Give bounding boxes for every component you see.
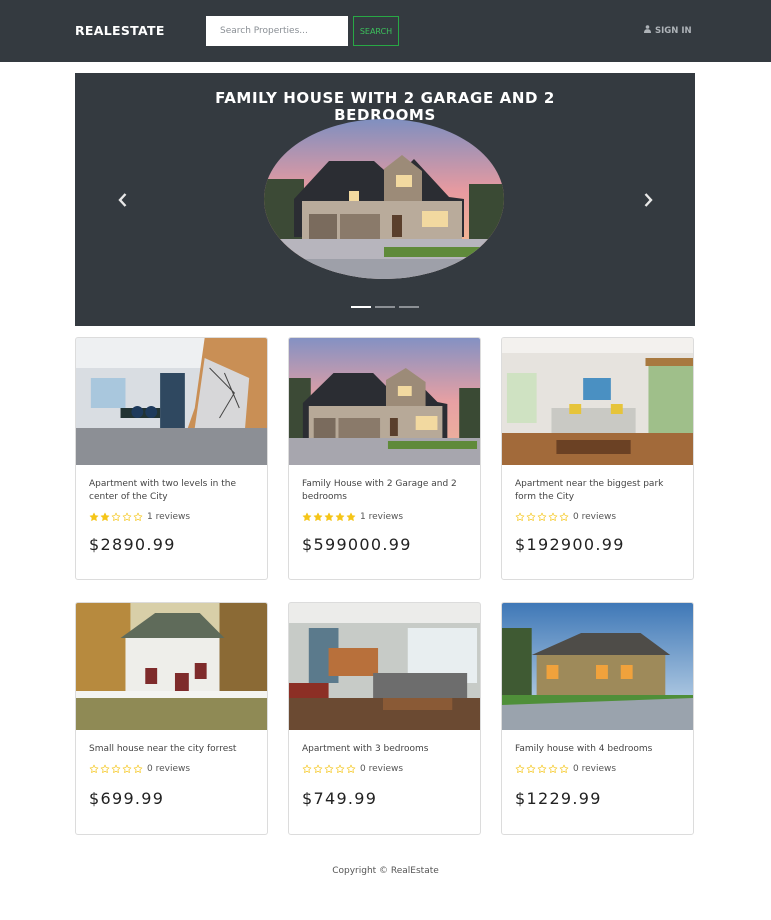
listing-image xyxy=(289,603,480,730)
rating: 0 reviews xyxy=(515,764,680,775)
star-empty-icon xyxy=(559,764,569,774)
star-empty-icon xyxy=(89,764,99,774)
star-filled-icon xyxy=(335,512,345,522)
star-empty-icon xyxy=(346,764,356,774)
star-empty-icon xyxy=(548,764,558,774)
star-empty-icon xyxy=(537,512,547,522)
star-empty-icon xyxy=(302,764,312,774)
carousel-next-button[interactable] xyxy=(644,193,653,207)
listing-card[interactable]: Small house near the city forrest 0 revi… xyxy=(75,602,268,835)
search-input[interactable] xyxy=(206,16,348,46)
star-filled-icon xyxy=(89,512,99,522)
carousel-image xyxy=(264,119,504,279)
carousel-indicators xyxy=(351,306,419,308)
listing-image xyxy=(76,603,267,730)
carousel-indicator[interactable] xyxy=(375,306,395,308)
listing-card[interactable]: Apartment near the biggest park form the… xyxy=(501,337,694,580)
listing-price: $599000.99 xyxy=(302,535,412,555)
review-count: 1 reviews xyxy=(147,511,191,522)
brand-logo[interactable]: REALESTATE xyxy=(75,23,165,38)
chevron-right-icon xyxy=(644,193,653,207)
star-rating xyxy=(89,512,143,522)
star-rating xyxy=(89,764,143,774)
star-empty-icon xyxy=(537,764,547,774)
star-empty-icon xyxy=(111,764,121,774)
listing-card[interactable]: Apartment with 3 bedrooms 0 reviews $749… xyxy=(288,602,481,835)
carousel-indicator[interactable] xyxy=(351,306,371,308)
star-empty-icon xyxy=(111,512,121,522)
card-body: Apartment with 3 bedrooms 0 reviews $749… xyxy=(289,730,480,808)
sign-in-label: SIGN IN xyxy=(655,25,692,36)
listing-price: $2890.99 xyxy=(89,535,176,555)
review-count: 0 reviews xyxy=(147,764,191,775)
review-count: 1 reviews xyxy=(360,511,404,522)
star-rating xyxy=(302,764,356,774)
listing-price: $192900.99 xyxy=(515,535,625,555)
star-empty-icon xyxy=(133,764,143,774)
star-empty-icon xyxy=(526,512,536,522)
listing-price: $699.99 xyxy=(89,788,165,808)
rating: 1 reviews xyxy=(302,511,467,522)
star-empty-icon xyxy=(100,764,110,774)
listing-title: Small house near the city forrest xyxy=(89,744,237,754)
star-filled-icon xyxy=(302,512,312,522)
star-empty-icon xyxy=(335,764,345,774)
chevron-left-icon xyxy=(118,193,127,207)
listing-title: Apartment near the biggest park form the… xyxy=(515,479,664,502)
card-body: Family house with 4 bedrooms 0 reviews $… xyxy=(502,730,693,808)
star-empty-icon xyxy=(515,512,525,522)
review-count: 0 reviews xyxy=(360,764,404,775)
star-empty-icon xyxy=(122,512,132,522)
review-count: 0 reviews xyxy=(573,511,617,522)
star-filled-icon xyxy=(313,512,323,522)
card-body: Apartment with two levels in the center … xyxy=(76,465,267,554)
star-empty-icon xyxy=(548,512,558,522)
listing-card[interactable]: Family House with 2 Garage and 2 bedroom… xyxy=(288,337,481,580)
footer-copyright: Copyright © RealEstate xyxy=(332,866,439,876)
carousel-indicator[interactable] xyxy=(399,306,419,308)
rating: 0 reviews xyxy=(515,511,680,522)
star-filled-icon xyxy=(346,512,356,522)
sign-in-link[interactable]: SIGN IN xyxy=(644,25,692,36)
listing-image xyxy=(76,338,267,465)
listing-title: Family house with 4 bedrooms xyxy=(515,744,653,754)
listing-image xyxy=(502,603,693,730)
listing-title: Apartment with two levels in the center … xyxy=(89,479,237,502)
listing-price: $1229.99 xyxy=(515,788,602,808)
star-filled-icon xyxy=(324,512,334,522)
review-count: 0 reviews xyxy=(573,764,617,775)
navbar: REALESTATE SEARCH SIGN IN xyxy=(0,0,771,62)
star-rating xyxy=(515,512,569,522)
card-body: Family House with 2 Garage and 2 bedroom… xyxy=(289,465,480,554)
rating: 0 reviews xyxy=(89,764,254,775)
search-button[interactable]: SEARCH xyxy=(353,16,399,46)
star-empty-icon xyxy=(559,512,569,522)
listing-title: Family House with 2 Garage and 2 bedroom… xyxy=(302,479,457,502)
star-empty-icon xyxy=(313,764,323,774)
star-rating xyxy=(515,764,569,774)
star-empty-icon xyxy=(324,764,334,774)
listing-title: Apartment with 3 bedrooms xyxy=(302,744,429,754)
user-icon xyxy=(644,25,651,36)
carousel-prev-button[interactable] xyxy=(118,193,127,207)
listing-price: $749.99 xyxy=(302,788,378,808)
rating: 1 reviews xyxy=(89,511,254,522)
rating: 0 reviews xyxy=(302,764,467,775)
star-empty-icon xyxy=(515,764,525,774)
card-body: Apartment near the biggest park form the… xyxy=(502,465,693,554)
star-rating xyxy=(302,512,356,522)
listing-image xyxy=(289,338,480,465)
listing-card[interactable]: Family house with 4 bedrooms 0 reviews $… xyxy=(501,602,694,835)
listing-card[interactable]: Apartment with two levels in the center … xyxy=(75,337,268,580)
star-empty-icon xyxy=(133,512,143,522)
star-empty-icon xyxy=(122,764,132,774)
card-body: Small house near the city forrest 0 revi… xyxy=(76,730,267,808)
hero-carousel: FAMILY HOUSE WITH 2 GARAGE AND 2 BEDROOM… xyxy=(75,73,695,326)
star-filled-icon xyxy=(100,512,110,522)
star-empty-icon xyxy=(526,764,536,774)
listing-image xyxy=(502,338,693,465)
